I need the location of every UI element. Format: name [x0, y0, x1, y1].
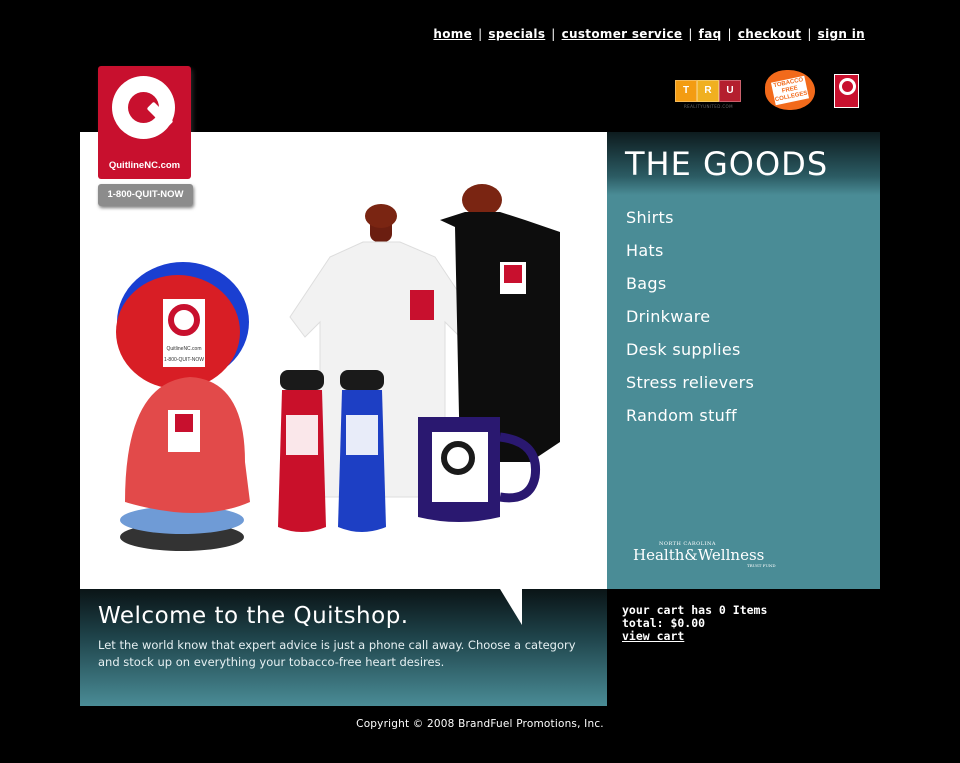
category-bags[interactable]: Bags [626, 274, 754, 307]
nav-specials-link[interactable]: specials [488, 27, 545, 41]
category-list: Shirts Hats Bags Drinkware Desk supplies… [626, 208, 754, 439]
tobacco-free-colleges-badge[interactable]: TOBACCO FREE COLLEGES [765, 70, 815, 110]
nav-customer-service-link[interactable]: customer service [562, 27, 683, 41]
category-desk-supplies[interactable]: Desk supplies [626, 340, 754, 373]
nav-separator: | [727, 27, 732, 41]
quitline-logo[interactable]: QuitlineNC.com [98, 66, 191, 179]
logo-brand-text: QuitlineNC.com [108, 160, 181, 171]
hw-trust-text: TRUST FUND [747, 563, 776, 568]
nav-sign-in-link[interactable]: sign in [818, 27, 865, 41]
red-bottle-cap [280, 370, 324, 390]
shirt-logo [410, 290, 434, 320]
quitline-mini-logo[interactable] [834, 74, 859, 108]
frisbee-phone-text: 1-800-QUIT-NOW [164, 357, 204, 363]
tru-letter-r: R [697, 80, 719, 102]
welcome-panel: Welcome to the Quitshop. Let the world k… [80, 589, 607, 706]
speech-bubble-pointer [500, 589, 522, 625]
nav-separator: | [688, 27, 693, 41]
category-shirts[interactable]: Shirts [626, 208, 754, 241]
top-navigation: home | specials | customer service | faq | check… [433, 27, 865, 41]
welcome-text: Let the world know that expert advice is… [98, 638, 576, 669]
q-ring [112, 76, 175, 139]
page: home | specials | customer service | faq | check… [80, 0, 880, 763]
tru-caption: REALITYUNITED.COM [684, 104, 733, 109]
category-random-stuff[interactable]: Random stuff [626, 406, 754, 439]
category-drinkware[interactable]: Drinkware [626, 307, 754, 340]
tru-letter-t: T [675, 80, 697, 102]
phone-number-tab: 1-800-QUIT-NOW [98, 184, 193, 206]
nav-separator: | [478, 27, 483, 41]
nav-faq-link[interactable]: faq [699, 27, 722, 41]
nav-home-link[interactable]: home [433, 27, 472, 41]
copyright-footer: Copyright © 2008 BrandFuel Promotions, I… [356, 718, 604, 730]
hw-main-text: Health&Wellness [633, 546, 765, 564]
category-stress-relievers[interactable]: Stress relievers [626, 373, 754, 406]
blue-bottle-cap [340, 370, 384, 390]
black-shirt-stand [462, 184, 502, 216]
nav-checkout-link[interactable]: checkout [738, 27, 802, 41]
tru-letter-u: U [719, 80, 741, 102]
goods-sidebar: THE GOODS Shirts Hats Bags Drinkware Des… [607, 132, 880, 589]
tru-badge[interactable]: T R U [675, 80, 741, 102]
view-cart-link[interactable]: view cart [622, 629, 684, 643]
welcome-heading: Welcome to the Quitshop. [98, 603, 409, 629]
red-water-bottle [278, 390, 326, 532]
blue-water-bottle [338, 390, 386, 532]
nav-separator: | [551, 27, 556, 41]
goods-title: THE GOODS [625, 145, 829, 183]
cart-summary: your cart has 0 Items total: $0.00 view … [622, 604, 767, 643]
frisbee-brand-text: QuitlineNC.com [166, 346, 201, 352]
nav-separator: | [807, 27, 812, 41]
category-hats[interactable]: Hats [626, 241, 754, 274]
